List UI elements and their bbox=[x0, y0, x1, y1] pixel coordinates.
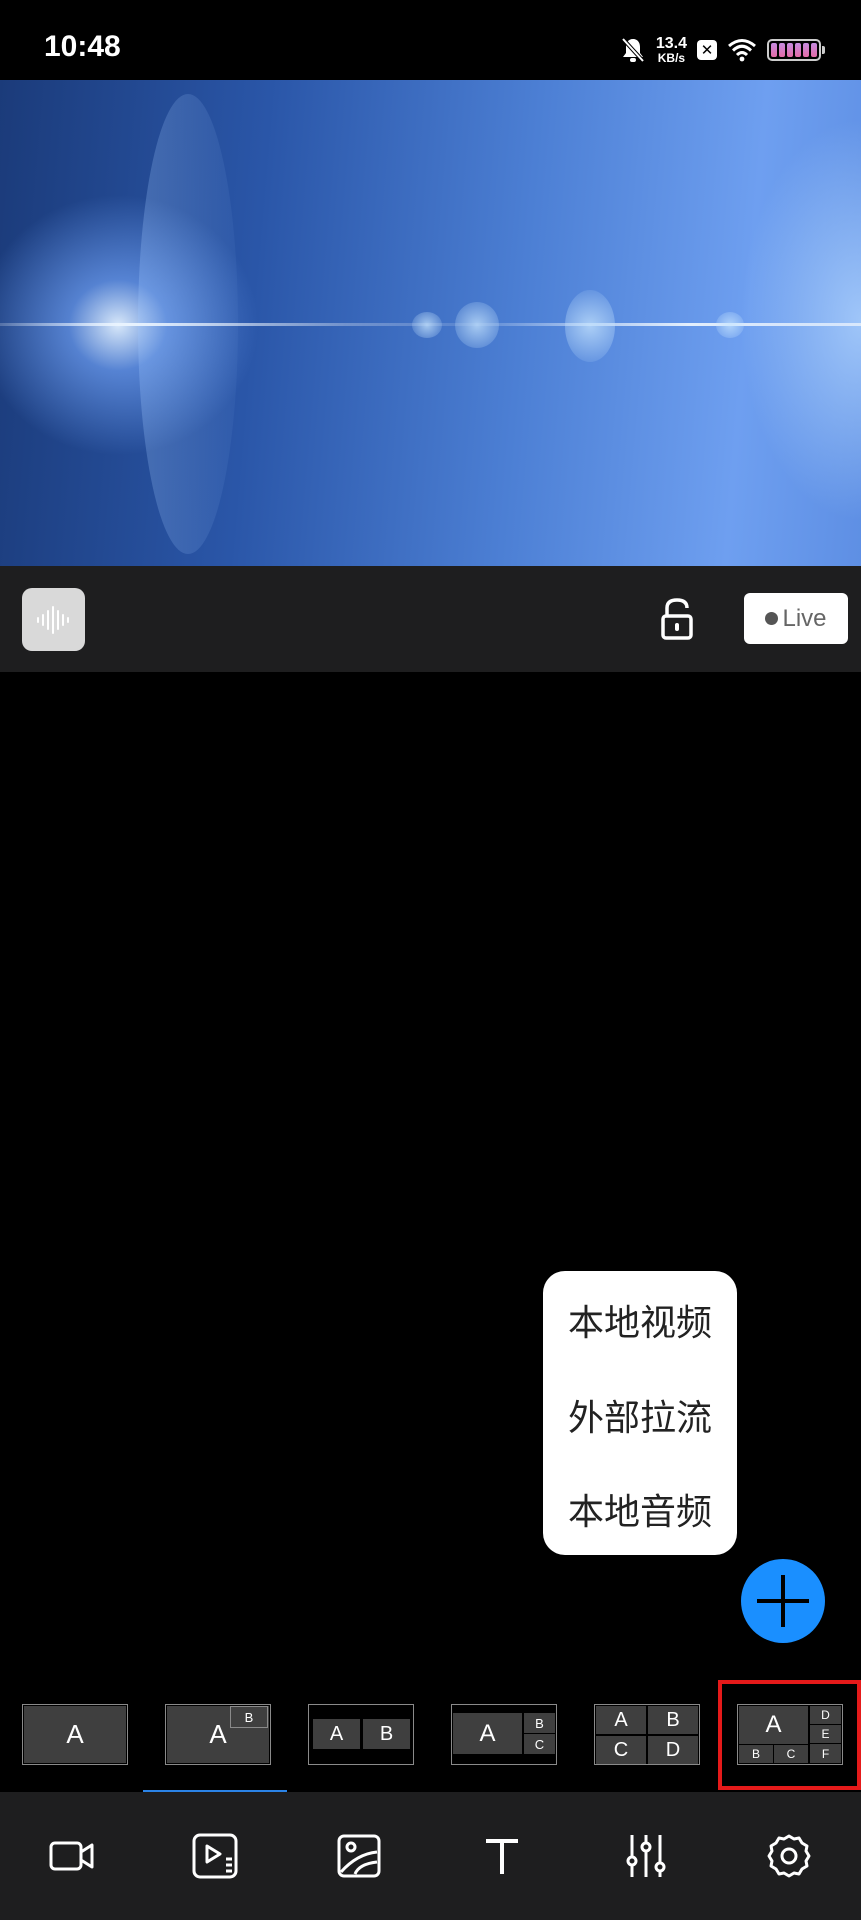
nav-image[interactable] bbox=[287, 1792, 431, 1920]
audio-button[interactable] bbox=[22, 588, 85, 651]
flare-dot bbox=[716, 312, 744, 338]
layout-cell-c: C bbox=[524, 1734, 555, 1754]
status-bar: 10:48 13.4 KB/s ✕ bbox=[0, 0, 861, 80]
flare-dot bbox=[412, 312, 442, 338]
bottom-nav bbox=[0, 1792, 861, 1920]
nav-mixer[interactable] bbox=[574, 1792, 718, 1920]
live-button[interactable]: Live bbox=[744, 593, 848, 644]
status-icons: 13.4 KB/s ✕ bbox=[620, 28, 825, 72]
layout-cell-d: D bbox=[648, 1736, 698, 1764]
layout-cell-a: A bbox=[596, 1706, 646, 1734]
camera-icon bbox=[49, 1841, 94, 1871]
layout-cell-b: B bbox=[230, 1706, 268, 1728]
add-source-menu: 本地视频 外部拉流 本地音频 bbox=[543, 1271, 737, 1555]
nav-text[interactable] bbox=[430, 1792, 574, 1920]
live-status-dot bbox=[765, 612, 779, 625]
nav-camera[interactable] bbox=[0, 1792, 144, 1920]
bell-off-icon bbox=[620, 36, 646, 64]
layout-split-2[interactable]: A B bbox=[308, 1704, 414, 1765]
menu-item-local-audio[interactable]: 本地音频 bbox=[543, 1483, 737, 1535]
network-speed-unit: KB/s bbox=[657, 51, 686, 65]
text-icon bbox=[486, 1839, 518, 1874]
flare-dot bbox=[565, 290, 615, 362]
audio-waveform-icon bbox=[36, 605, 69, 634]
menu-item-local-video[interactable]: 本地视频 bbox=[543, 1294, 737, 1346]
add-source-button[interactable] bbox=[741, 1559, 825, 1643]
live-label: Live bbox=[782, 604, 827, 632]
video-playlist-icon bbox=[192, 1833, 238, 1879]
layout-cell-b: B bbox=[363, 1719, 410, 1749]
layout-cell-b: B bbox=[648, 1706, 698, 1734]
status-time: 10:48 bbox=[44, 30, 121, 63]
layout-cell-a: A bbox=[313, 1719, 360, 1749]
layout-cell-a: A bbox=[453, 1713, 522, 1754]
layout-selector: A A B A B A B C A B C D A B C D E F bbox=[0, 1680, 861, 1790]
layout-cell-c: C bbox=[596, 1736, 646, 1764]
layout-single[interactable]: A bbox=[22, 1704, 128, 1765]
plus-icon bbox=[757, 1575, 809, 1627]
network-speed-value: 13.4 bbox=[655, 35, 687, 52]
network-speed: 13.4 KB/s bbox=[655, 35, 687, 65]
menu-item-external-stream[interactable]: 外部拉流 bbox=[543, 1389, 737, 1441]
layout-cell-b: B bbox=[524, 1713, 555, 1733]
layout-cell-a: A bbox=[24, 1706, 126, 1763]
image-icon bbox=[337, 1834, 381, 1878]
video-preview[interactable] bbox=[0, 80, 861, 566]
x-notification-icon: ✕ bbox=[697, 40, 717, 60]
nav-video-playlist[interactable] bbox=[143, 1792, 287, 1920]
unlock-icon[interactable] bbox=[657, 596, 697, 642]
flare-dot bbox=[455, 302, 499, 348]
mixer-sliders-icon bbox=[626, 1835, 666, 1877]
layout-main-2[interactable]: A B C bbox=[451, 1704, 557, 1765]
layout-grid-4[interactable]: A B C D bbox=[594, 1704, 700, 1765]
layout-pip[interactable]: A B bbox=[165, 1704, 271, 1765]
battery-icon bbox=[767, 39, 825, 61]
wifi-icon bbox=[727, 38, 757, 62]
control-bar: Live bbox=[0, 566, 861, 672]
nav-settings[interactable] bbox=[717, 1792, 861, 1920]
layout-selection-highlight bbox=[718, 1680, 861, 1790]
settings-gear-icon bbox=[767, 1834, 811, 1878]
